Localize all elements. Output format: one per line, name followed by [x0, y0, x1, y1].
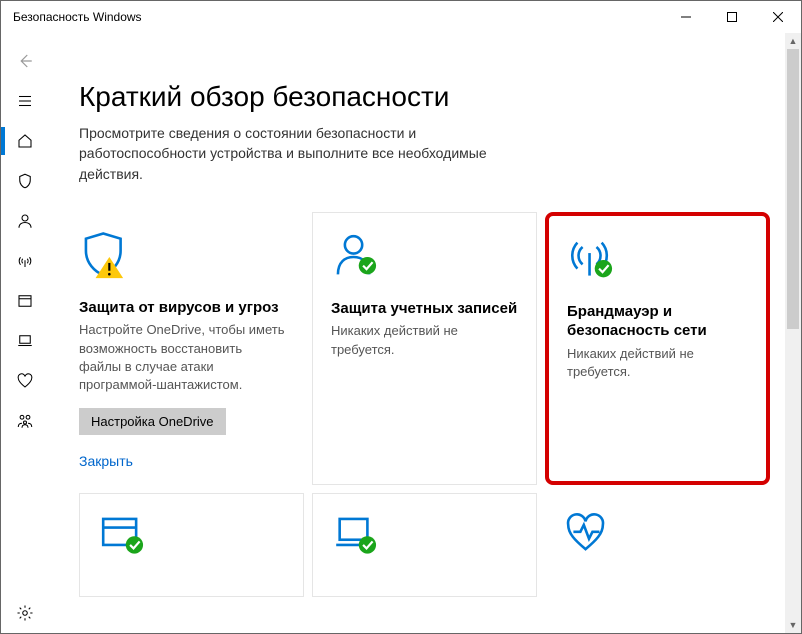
heart-icon	[16, 372, 34, 390]
laptop-check-icon	[331, 512, 518, 572]
card-virus[interactable]: Защита от вирусов и угроз Настройте OneD…	[79, 212, 304, 485]
card-firewall-desc: Никаких действий не требуется.	[567, 345, 748, 381]
scroll-down-icon[interactable]: ▼	[785, 617, 801, 633]
minimize-button[interactable]	[663, 1, 709, 33]
home-icon	[16, 132, 34, 150]
app-icon	[16, 292, 34, 310]
sidebar-item-account[interactable]	[1, 201, 49, 241]
minimize-icon	[681, 12, 691, 22]
sidebar-item-home[interactable]	[1, 121, 49, 161]
main-content: Краткий обзор безопасности Просмотрите с…	[49, 33, 801, 633]
cards-row-2	[79, 493, 771, 597]
sidebar-item-device[interactable]	[1, 321, 49, 361]
sidebar-item-virus[interactable]	[1, 161, 49, 201]
person-check-icon	[331, 231, 518, 291]
menu-button[interactable]	[1, 81, 49, 121]
maximize-icon	[727, 12, 737, 22]
card-account-desc: Никаких действий не требуется.	[331, 322, 518, 358]
person-icon	[16, 212, 34, 230]
card-account[interactable]: Защита учетных записей Никаких действий …	[312, 212, 537, 485]
close-button[interactable]	[755, 1, 801, 33]
window: Безопасность Windows	[0, 0, 802, 634]
window-title: Безопасность Windows	[13, 10, 142, 24]
close-icon	[773, 12, 783, 22]
broadcast-check-icon	[567, 234, 748, 294]
close-link[interactable]: Закрыть	[79, 453, 286, 469]
back-arrow-icon	[16, 52, 34, 70]
laptop-icon	[16, 332, 34, 350]
sidebar-item-health[interactable]	[1, 361, 49, 401]
scroll-up-icon[interactable]: ▲	[785, 33, 801, 49]
body: Краткий обзор безопасности Просмотрите с…	[1, 33, 801, 633]
sidebar-item-appbrowser[interactable]	[1, 281, 49, 321]
gear-icon	[16, 604, 34, 622]
card-virus-desc: Настройте OneDrive, чтобы иметь возможно…	[79, 321, 286, 394]
onedrive-setup-button[interactable]: Настройка OneDrive	[79, 408, 226, 435]
page-subtitle: Просмотрите сведения о состоянии безопас…	[79, 123, 499, 184]
family-icon	[16, 412, 34, 430]
maximize-button[interactable]	[709, 1, 755, 33]
page-title: Краткий обзор безопасности	[79, 81, 771, 113]
card-account-title: Защита учетных записей	[331, 299, 518, 319]
sidebar-item-firewall[interactable]	[1, 241, 49, 281]
scrollbar[interactable]: ▲ ▼	[785, 33, 801, 633]
scrollbar-thumb[interactable]	[787, 49, 799, 329]
back-button[interactable]	[1, 41, 49, 81]
shield-warning-icon	[79, 230, 286, 290]
broadcast-icon	[16, 252, 34, 270]
card-appbrowser[interactable]	[79, 493, 304, 597]
sidebar-item-family[interactable]	[1, 401, 49, 441]
sidebar-item-settings[interactable]	[1, 593, 49, 633]
appwindow-check-icon	[98, 512, 285, 572]
card-device[interactable]	[312, 493, 537, 597]
heart-pulse-icon	[563, 511, 752, 571]
shield-icon	[16, 172, 34, 190]
card-firewall-title: Брандмауэр и безопасность сети	[567, 302, 748, 341]
card-health[interactable]	[545, 493, 770, 597]
hamburger-icon	[16, 92, 34, 110]
card-virus-title: Защита от вирусов и угроз	[79, 298, 286, 318]
window-controls	[663, 1, 801, 33]
cards-row-1: Защита от вирусов и угроз Настройте OneD…	[79, 212, 771, 485]
sidebar	[1, 33, 49, 633]
titlebar: Безопасность Windows	[1, 1, 801, 33]
card-firewall[interactable]: Брандмауэр и безопасность сети Никаких д…	[545, 212, 770, 485]
